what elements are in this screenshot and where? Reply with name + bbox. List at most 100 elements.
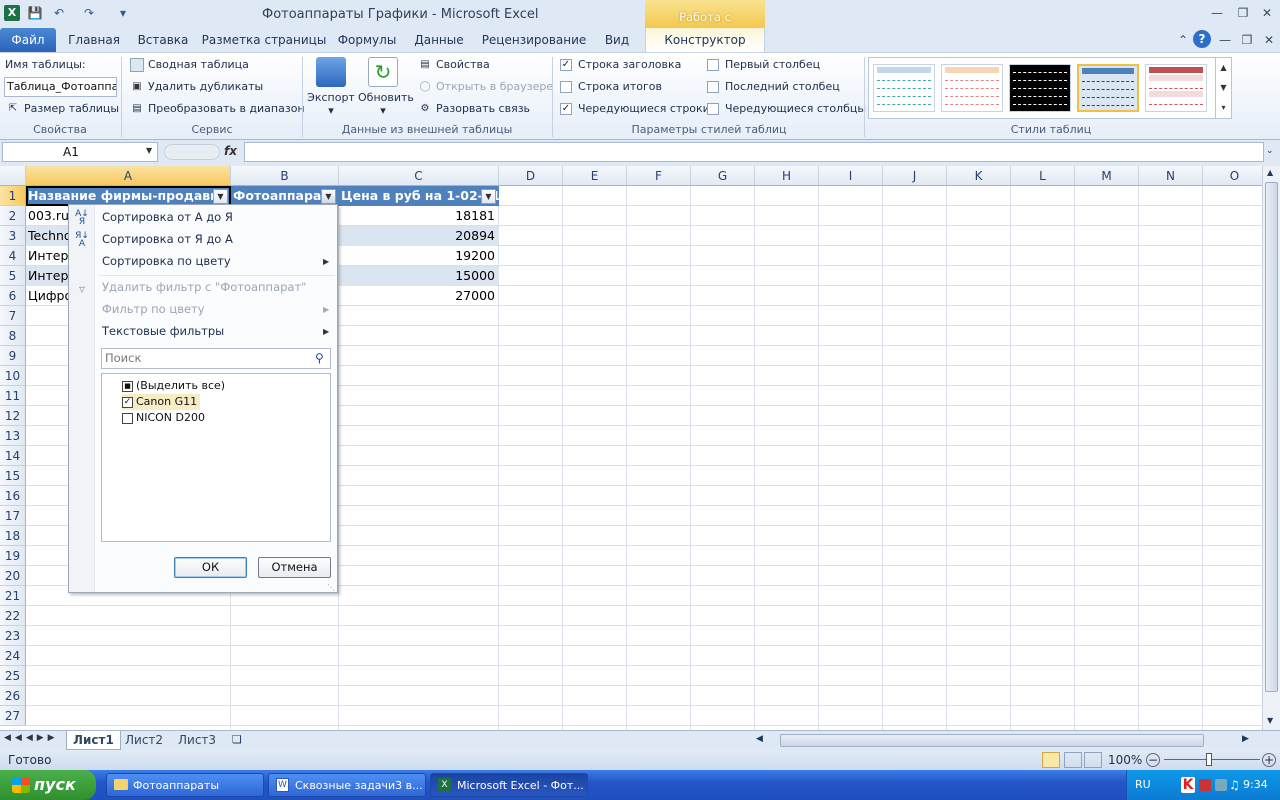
tab-page-layout[interactable]: Разметка страницы bbox=[200, 28, 328, 52]
doc-minimize-icon[interactable]: — bbox=[1214, 31, 1236, 49]
total-row-checkbox[interactable]: Строка итогов bbox=[560, 77, 662, 97]
row-header-4[interactable]: 4 bbox=[0, 246, 26, 266]
normal-view-icon[interactable] bbox=[1042, 752, 1060, 768]
page-break-view-icon[interactable] bbox=[1084, 752, 1102, 768]
tab-insert[interactable]: Вставка bbox=[132, 28, 194, 52]
banded-columns-checkbox[interactable]: Чередующиеся столбцы bbox=[707, 99, 866, 119]
clear-filter-item[interactable]: Удалить фильтр с "Фотоаппарат" bbox=[102, 277, 306, 297]
sheet-tab-1[interactable]: Лист1 bbox=[66, 731, 121, 750]
table-style-swatch[interactable] bbox=[1009, 64, 1071, 112]
column-header-f[interactable]: F bbox=[627, 166, 691, 186]
filter-by-color-item[interactable]: Фильтр по цвету bbox=[102, 299, 205, 319]
sort-by-color-item[interactable]: Сортировка по цвету bbox=[102, 251, 231, 271]
row-header-13[interactable]: 13 bbox=[0, 426, 26, 446]
formula-input[interactable] bbox=[244, 142, 1264, 162]
table-style-swatch[interactable] bbox=[1145, 64, 1207, 112]
formula-expand-icon[interactable]: ⌄ bbox=[1266, 146, 1274, 156]
save-icon[interactable]: 💾 bbox=[26, 4, 44, 22]
price-cell[interactable]: 20894 bbox=[339, 226, 497, 246]
column-header-b[interactable]: B bbox=[231, 166, 339, 186]
list-item[interactable]: ■ (Выделить все) bbox=[122, 378, 225, 394]
ok-button[interactable]: ОК bbox=[174, 557, 247, 578]
filter-dropdown-price-icon[interactable]: ▼ bbox=[481, 189, 496, 204]
column-header-d[interactable]: D bbox=[499, 166, 563, 186]
table-style-swatch-selected[interactable] bbox=[1077, 64, 1139, 112]
row-header-21[interactable]: 21 bbox=[0, 586, 26, 606]
tray-app-icon[interactable] bbox=[1199, 779, 1211, 791]
antivirus-icon[interactable]: K bbox=[1181, 777, 1195, 793]
gallery-up-icon[interactable]: ▲ bbox=[1216, 58, 1231, 78]
row-header-1[interactable]: 1 bbox=[0, 186, 26, 206]
taskbar-item-word[interactable]: Сквозные задачи3 в... bbox=[268, 773, 426, 797]
close-icon[interactable]: ✕ bbox=[1256, 4, 1278, 22]
row-header-26[interactable]: 26 bbox=[0, 686, 26, 706]
banded-rows-checkbox[interactable]: ✓ Чередующиеся строки bbox=[560, 99, 710, 119]
row-header-14[interactable]: 14 bbox=[0, 446, 26, 466]
remove-duplicates-button[interactable]: ▣ Удалить дубликаты bbox=[130, 77, 263, 97]
filter-values-list[interactable]: ■ (Выделить все) ✓ Canon G11 NICON D200 bbox=[101, 373, 331, 542]
tab-design[interactable]: Конструктор bbox=[645, 28, 765, 52]
nicon-checkbox[interactable] bbox=[122, 412, 133, 424]
excel-app-icon[interactable]: X bbox=[4, 5, 20, 21]
column-header-h[interactable]: H bbox=[755, 166, 819, 186]
canon-checkbox[interactable]: ✓ bbox=[122, 396, 133, 408]
column-header-o[interactable]: O bbox=[1203, 166, 1262, 186]
minimize-icon[interactable]: — bbox=[1206, 4, 1228, 22]
qat-customize-icon[interactable]: ▾ bbox=[114, 4, 132, 22]
row-header-2[interactable]: 2 bbox=[0, 206, 26, 226]
tab-review[interactable]: Рецензирование bbox=[478, 28, 590, 52]
tab-view[interactable]: Вид bbox=[596, 28, 638, 52]
price-cell[interactable]: 15000 bbox=[339, 266, 497, 286]
tab-formulas[interactable]: Формулы bbox=[334, 28, 400, 52]
row-header-16[interactable]: 16 bbox=[0, 486, 26, 506]
row-header-19[interactable]: 19 bbox=[0, 546, 26, 566]
row-header-17[interactable]: 17 bbox=[0, 506, 26, 526]
text-filters-item[interactable]: Текстовые фильтры bbox=[102, 321, 224, 341]
tab-file[interactable]: Файл bbox=[0, 28, 56, 52]
list-item[interactable]: NICON D200 bbox=[122, 410, 205, 426]
taskbar-item-excel[interactable]: Microsoft Excel - Фот... bbox=[430, 773, 588, 797]
zoom-level[interactable]: 100% bbox=[1108, 753, 1142, 767]
row-header-7[interactable]: 7 bbox=[0, 306, 26, 326]
clock[interactable]: 9:34 bbox=[1243, 778, 1268, 791]
cancel-button[interactable]: Отмена bbox=[258, 557, 331, 578]
first-column-checkbox[interactable]: Первый столбец bbox=[707, 55, 820, 75]
tab-data[interactable]: Данные bbox=[406, 28, 472, 52]
row-header-9[interactable]: 9 bbox=[0, 346, 26, 366]
redo-icon[interactable]: ↷ bbox=[80, 4, 98, 22]
namebox-dropdown-icon[interactable]: ▼ bbox=[146, 146, 152, 155]
column-header-k[interactable]: K bbox=[947, 166, 1011, 186]
price-cell[interactable]: 19200 bbox=[339, 246, 497, 266]
undo-icon[interactable]: ↶ bbox=[50, 4, 68, 22]
pivot-table-button[interactable]: Сводная таблица bbox=[130, 55, 249, 75]
export-button[interactable]: Экспорт ▾ bbox=[306, 57, 356, 119]
ribbon-collapse-icon[interactable]: ⌃ bbox=[1172, 31, 1194, 49]
filter-search-input[interactable]: Поиск bbox=[101, 348, 331, 369]
volume-icon[interactable]: ♫ bbox=[1229, 778, 1240, 792]
header-row-checkbox[interactable]: ✓ Строка заголовка bbox=[560, 55, 681, 75]
sheet-nav-icons[interactable]: ◀◀◀▶▶ bbox=[4, 733, 59, 743]
row-header-23[interactable]: 23 bbox=[0, 626, 26, 646]
sort-az-item[interactable]: Сортировка от А до Я bbox=[102, 207, 233, 227]
zoom-slider[interactable] bbox=[1164, 759, 1260, 760]
row-header-6[interactable]: 6 bbox=[0, 286, 26, 306]
taskbar-item-folder[interactable]: Фотоаппараты bbox=[106, 773, 264, 797]
network-icon[interactable] bbox=[1215, 779, 1227, 791]
select-all-checkbox[interactable]: ■ bbox=[122, 380, 133, 392]
table-style-swatch[interactable] bbox=[873, 64, 935, 112]
name-box[interactable]: A1 bbox=[2, 142, 158, 162]
convert-to-range-button[interactable]: ▤ Преобразовать в диапазон bbox=[130, 99, 304, 119]
row-header-5[interactable]: 5 bbox=[0, 266, 26, 286]
hscroll-right-icon[interactable]: ▶ bbox=[1242, 734, 1249, 744]
column-header-e[interactable]: E bbox=[563, 166, 627, 186]
table-header-price[interactable]: Цена в руб на 1-02-11 bbox=[339, 186, 499, 206]
column-header-i[interactable]: I bbox=[819, 166, 883, 186]
insert-function-icon[interactable]: fx bbox=[224, 144, 237, 158]
column-header-j[interactable]: J bbox=[883, 166, 947, 186]
row-header-10[interactable]: 10 bbox=[0, 366, 26, 386]
tab-home[interactable]: Главная bbox=[64, 28, 124, 52]
gallery-down-icon[interactable]: ▼ bbox=[1216, 78, 1231, 98]
filter-dropdown-seller-icon[interactable]: ▼ bbox=[213, 189, 228, 204]
table-header-seller[interactable]: Название фирмы-продавца bbox=[26, 186, 231, 206]
sort-za-item[interactable]: Сортировка от Я до А bbox=[102, 229, 233, 249]
